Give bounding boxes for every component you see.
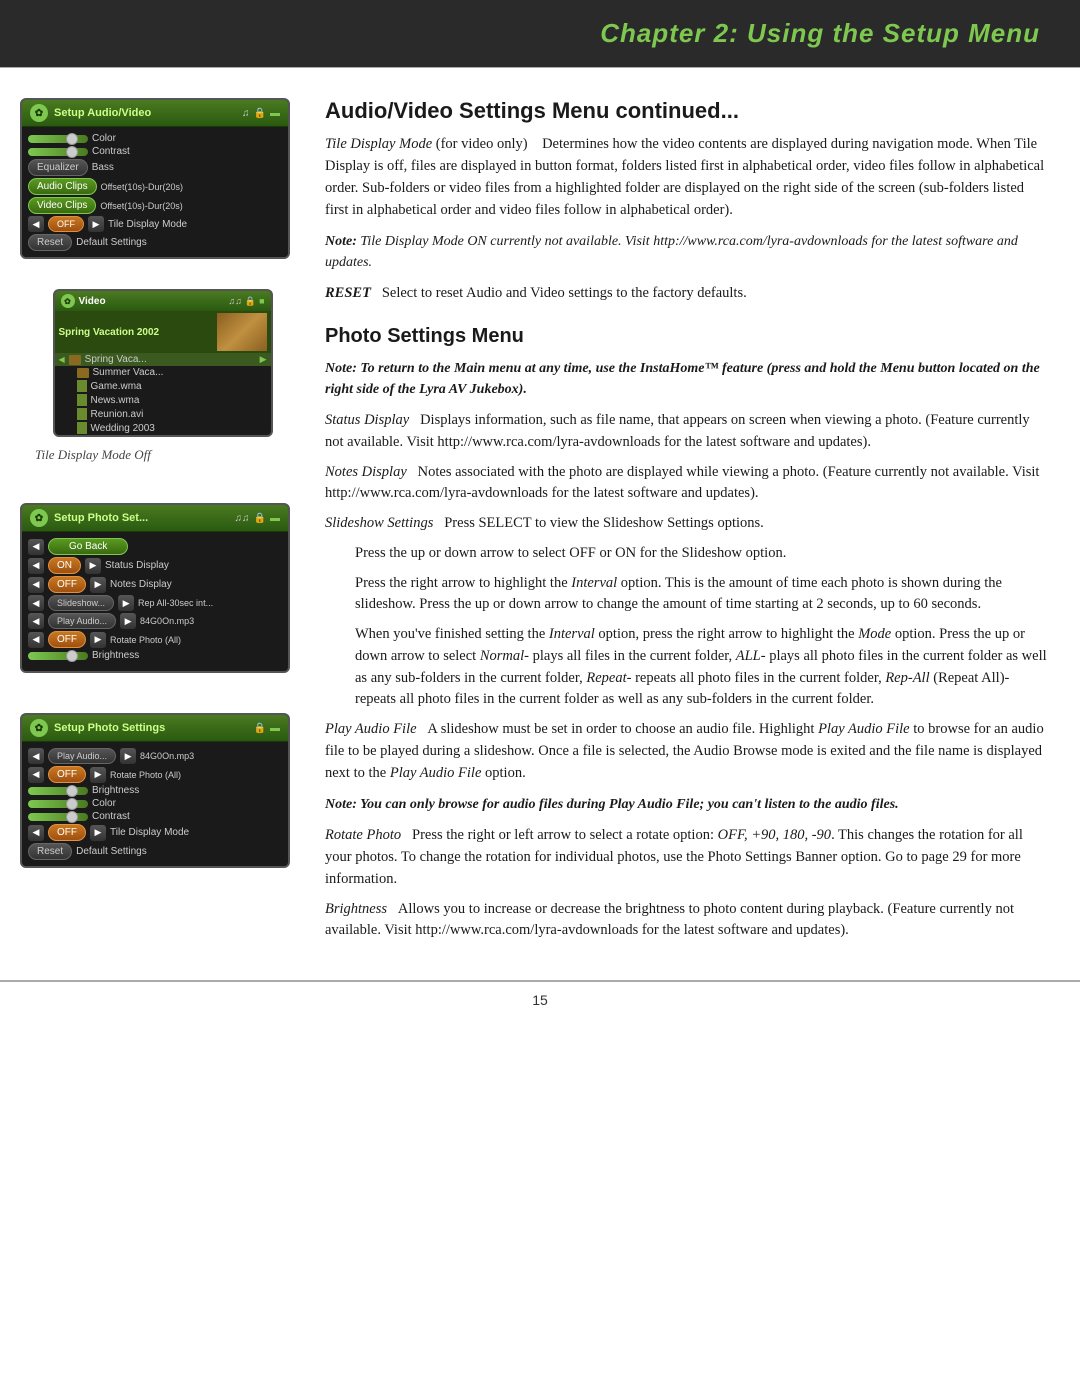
device-body-3: ◀ Play Audio... ▶ 84G0On.mp3 ◀ OFF ▶ Rot… — [22, 742, 288, 866]
section2-note1: Note: To return to the Main menu at any … — [325, 358, 1050, 400]
device-titlebar-icons-3: 🔒▬ — [254, 723, 280, 734]
status-display-text: Status Display Displays information, suc… — [325, 410, 1050, 454]
brightness-text: Brightness Allows you to increase or dec… — [325, 899, 1050, 943]
device-title-3: Setup Photo Settings — [54, 722, 165, 734]
slideshow-p2: Press the right arrow to highlight the I… — [355, 573, 1050, 617]
left-column: ✿ Setup Audio/Video ♫🔒▬ Color — [0, 88, 310, 960]
section1-title: Audio/Video Settings Menu continued... — [325, 98, 1050, 124]
video-screen: ✿ Video ♫♫🔒■ Spring Vacation 2002 ◀ Spri… — [53, 289, 273, 437]
device-title-1: Setup Audio/Video — [54, 107, 151, 119]
video-caption: Tile Display Mode Off — [35, 447, 295, 463]
slideshow-settings-intro: Slideshow Settings Press SELECT to view … — [325, 513, 1050, 535]
slideshow-p1: Press the up or down arrow to select OFF… — [355, 543, 1050, 565]
section1-intro: Tile Display Mode (for video only) Deter… — [325, 134, 1050, 221]
video-items: ◀ Spring Vaca... ▶ Summer Vaca... Game.w… — [55, 353, 271, 435]
device-screen-2: ✿ Setup Photo Set... ♫♫🔒▬ ◀ Go Back — [20, 503, 290, 673]
rotate-photo-text: Rotate Photo Press the right or left arr… — [325, 825, 1050, 890]
device-title-2: Setup Photo Set... — [54, 512, 148, 524]
device-screen-3: ✿ Setup Photo Settings 🔒▬ ◀ Play Audio..… — [20, 713, 290, 868]
device-titlebar-icons-2: ♫♫🔒▬ — [235, 513, 280, 524]
device-icon-2: ✿ — [30, 509, 48, 527]
device-icon-3: ✿ — [30, 719, 48, 737]
notes-display-text: Notes Display Notes associated with the … — [325, 462, 1050, 506]
play-audio-text: Play Audio File A slideshow must be set … — [325, 719, 1050, 784]
page-number: 15 — [532, 992, 548, 1008]
device-body-2: ◀ Go Back ◀ ON ▶ Status Display ◀ OFF ▶ … — [22, 532, 288, 671]
section1-note: Note: Tile Display Mode ON currently not… — [325, 231, 1050, 273]
device-body-1: Color Contrast Equalizer Bass Audio Clip… — [22, 127, 288, 257]
chapter-header: Chapter 2: Using the Setup Menu — [0, 0, 1080, 67]
section2-title: Photo Settings Menu — [325, 325, 1050, 348]
chapter-title: Chapter 2: Using the Setup Menu — [40, 18, 1040, 49]
reset-text: RESET Select to reset Audio and Video se… — [325, 283, 1050, 305]
page-footer: 15 — [0, 981, 1080, 1018]
slideshow-p3: When you've finished setting the Interva… — [355, 624, 1050, 711]
device-titlebar-icons-1: ♫🔒▬ — [242, 108, 280, 119]
right-column: Audio/Video Settings Menu continued... T… — [310, 88, 1080, 960]
section2-note2: Note: You can only browse for audio file… — [325, 794, 1050, 815]
device-icon-1: ✿ — [30, 104, 48, 122]
device-screen-1: ✿ Setup Audio/Video ♫🔒▬ Color — [20, 98, 290, 259]
